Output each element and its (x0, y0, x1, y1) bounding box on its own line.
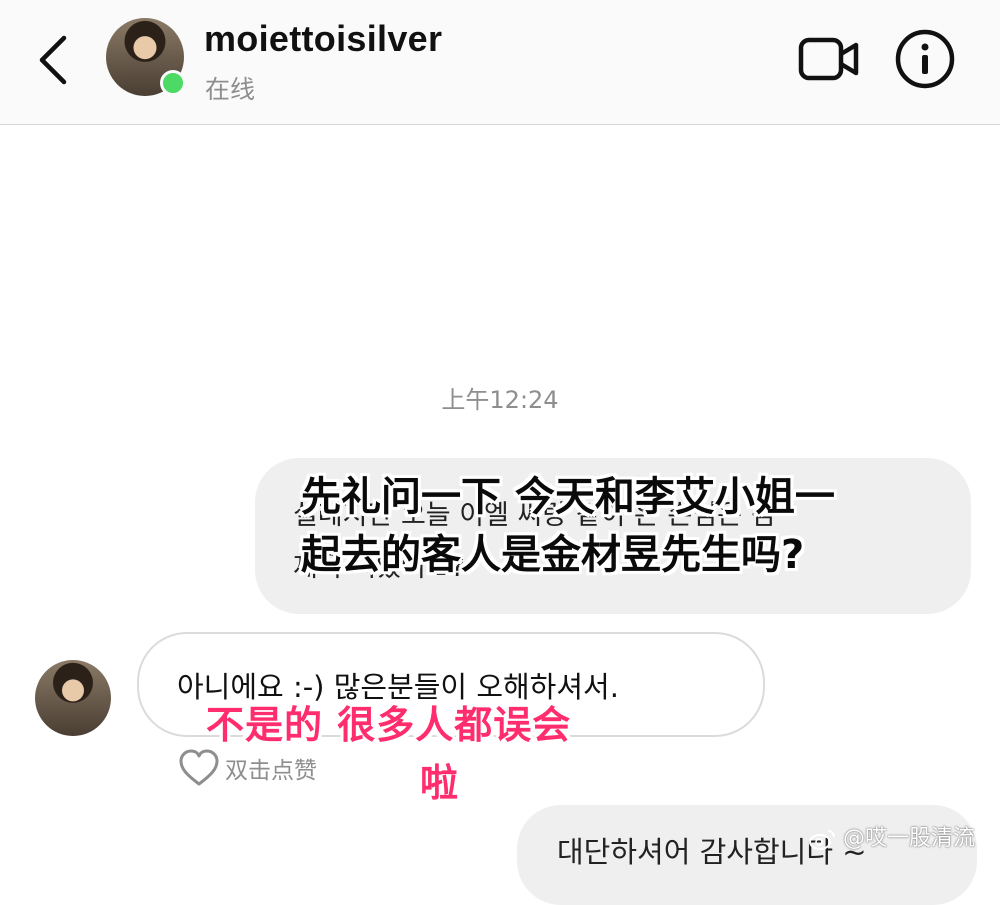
contact-username[interactable]: moiettoisilver (204, 18, 442, 60)
like-hint: 双击点赞 (225, 758, 317, 784)
chevron-left-icon (39, 35, 67, 85)
sender-avatar[interactable] (35, 660, 111, 736)
back-button[interactable] (30, 30, 80, 90)
like-row: 双击点赞 (177, 747, 317, 789)
incoming-subtitle-line-2: 啦 (420, 761, 459, 805)
contact-avatar[interactable] (106, 18, 186, 96)
message-timestamp: 上午12:24 (441, 386, 559, 414)
video-call-button[interactable] (798, 36, 860, 82)
info-icon (895, 29, 955, 89)
weibo-logo-icon (809, 830, 835, 850)
outgoing-subtitle: 先礼问一下 今天和李艾小姐一 起去的客人是金材昱先生吗? (301, 468, 961, 584)
video-camera-icon (798, 37, 859, 81)
chat-header: moiettoisilver 在线 (0, 0, 1000, 125)
outgoing-subtitle-line-1: 先礼问一下 今天和李艾小姐一 (301, 474, 835, 520)
watermark-text: @哎一股清流 (843, 826, 976, 851)
online-status: 在线 (205, 75, 256, 104)
watermark: @哎一股清流 (808, 820, 975, 852)
heart-icon[interactable] (177, 748, 221, 788)
online-indicator (160, 70, 186, 96)
info-button[interactable] (894, 28, 956, 90)
incoming-subtitle-line-1: 不是的 很多人都误会 (206, 703, 572, 747)
outgoing-message-bubble[interactable]: 실례지만 오늘 이엘 씨랑 같이 온 손님은 김 재욱 씨였어요? 先礼问一下 … (255, 458, 971, 614)
outgoing-subtitle-line-2: 起去的客人是金材昱先生吗? (301, 532, 805, 578)
